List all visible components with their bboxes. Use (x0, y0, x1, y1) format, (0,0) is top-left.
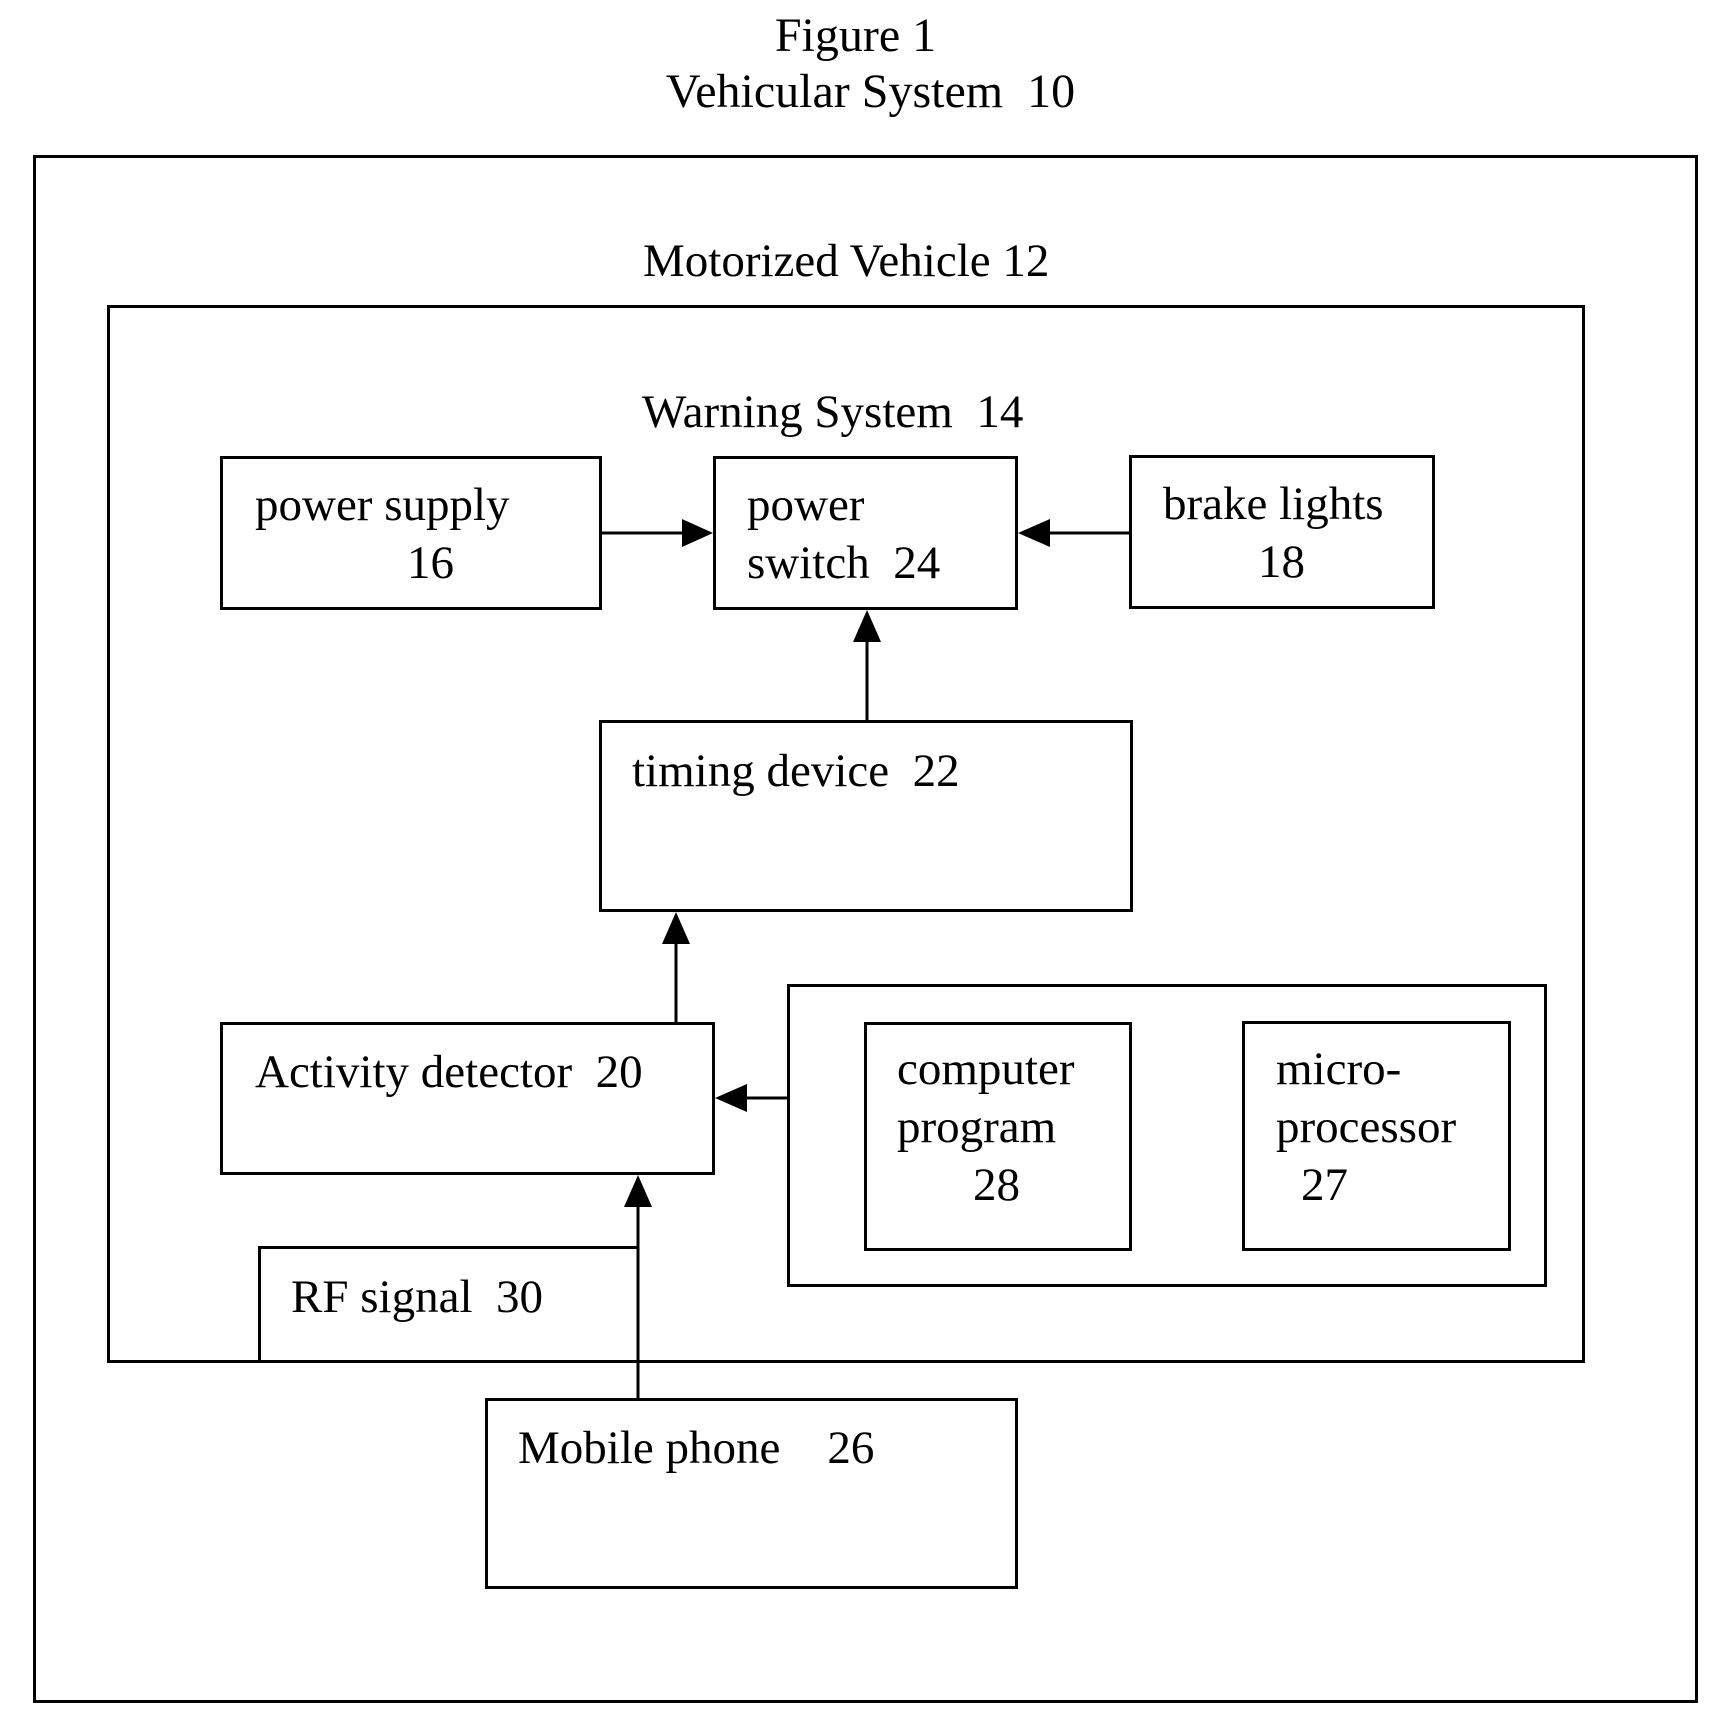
timing-device-label: timing device 22 (632, 745, 960, 797)
power-switch-label-line2: switch 24 (747, 537, 941, 589)
figure-title: Figure 1 (774, 9, 937, 62)
figure-subtitle: Vehicular System 10 (665, 65, 1076, 118)
microprocessor-label-line1: micro- (1276, 1043, 1402, 1095)
microprocessor-label-line2: processor (1276, 1101, 1457, 1153)
power-supply-number: 16 (407, 537, 454, 589)
microprocessor-number: 27 (1301, 1159, 1348, 1211)
computer-program-number: 28 (973, 1159, 1020, 1211)
motorized-vehicle-label: Motorized Vehicle 12 (643, 235, 1050, 287)
rf-signal-label: RF signal 30 (291, 1271, 544, 1323)
power-supply-label: power supply (255, 479, 510, 531)
brake-lights-number: 18 (1258, 536, 1305, 588)
warning-system-label: Warning System 14 (642, 386, 1024, 438)
computer-program-label-line1: computer (897, 1043, 1075, 1095)
computer-program-label-line2: program (897, 1101, 1057, 1153)
activity-detector-label: Activity detector 20 (255, 1046, 643, 1098)
power-switch-label-line1: power (747, 479, 865, 531)
brake-lights-label: brake lights (1163, 478, 1384, 530)
mobile-phone-label: Mobile phone 26 (518, 1422, 875, 1474)
